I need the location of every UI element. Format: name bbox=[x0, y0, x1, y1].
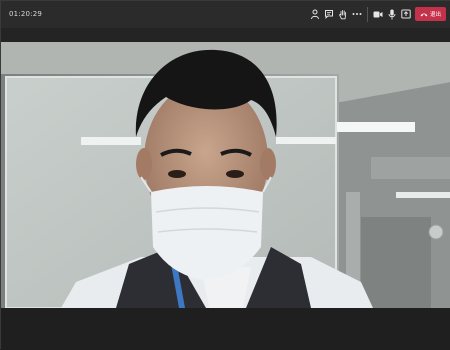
toolbar-divider bbox=[367, 7, 368, 22]
camera-button[interactable] bbox=[371, 6, 385, 22]
more-icon bbox=[352, 13, 362, 15]
camera-feed bbox=[1, 42, 450, 308]
call-duration: 01:20:29 bbox=[9, 10, 43, 18]
bottom-bar bbox=[1, 308, 450, 350]
people-button[interactable] bbox=[308, 6, 322, 22]
more-options-button[interactable] bbox=[350, 6, 364, 22]
hang-up-icon bbox=[420, 13, 428, 16]
meeting-toolbar: 01:20:29 退出 bbox=[1, 1, 450, 28]
mic-icon bbox=[388, 9, 396, 19]
stage-header bbox=[1, 28, 450, 42]
share-screen-button[interactable] bbox=[399, 6, 413, 22]
leave-button[interactable]: 退出 bbox=[415, 7, 446, 21]
camera-icon bbox=[373, 11, 383, 17]
meeting-window: 01:20:29 退出 bbox=[0, 0, 450, 350]
microphone-button[interactable] bbox=[385, 6, 399, 22]
share-screen-icon bbox=[401, 9, 411, 19]
chat-icon bbox=[325, 10, 333, 19]
raise-hand-button[interactable] bbox=[336, 6, 350, 22]
people-icon bbox=[311, 9, 319, 19]
chat-button[interactable] bbox=[322, 6, 336, 22]
participant-video bbox=[1, 42, 450, 308]
leave-label: 退出 bbox=[429, 12, 441, 18]
raise-hand-icon bbox=[339, 9, 347, 19]
